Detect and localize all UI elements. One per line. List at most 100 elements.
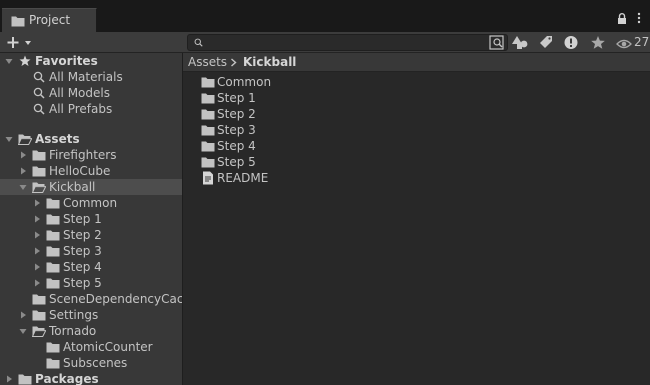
expand-arrow-icon[interactable]: [33, 263, 41, 271]
expand-arrow-icon[interactable]: [5, 135, 13, 143]
folder-icon: [46, 213, 60, 225]
folder-icon: [201, 92, 215, 104]
asset-item-label: Common: [217, 75, 272, 89]
hidden-count-label: 27: [634, 35, 650, 49]
chevron-right-icon: [231, 58, 237, 67]
tree-item-label: Subscenes: [63, 356, 128, 370]
expand-arrow-icon[interactable]: [33, 247, 41, 255]
tree-item-all-models[interactable]: All Models: [0, 85, 182, 101]
asset-item-label: README: [217, 171, 269, 185]
folder-icon: [46, 229, 60, 241]
search-icon: [33, 87, 45, 99]
document-icon: [202, 171, 214, 185]
asset-item-readme[interactable]: README: [183, 170, 650, 186]
tree-item-label: HelloCube: [49, 164, 111, 178]
folder-tree: Favorites All Materials All Models All P…: [0, 53, 182, 385]
shapes-icon[interactable]: [510, 33, 532, 52]
tree-item-step-3[interactable]: Step 3: [0, 243, 182, 259]
asset-item-label: Step 5: [217, 155, 256, 169]
tree-item-label: Step 1: [63, 212, 102, 226]
folder-icon: [32, 165, 46, 177]
expand-arrow-icon[interactable]: [33, 279, 41, 287]
folder-open-icon: [32, 181, 46, 193]
tree-item-label: Step 5: [63, 276, 102, 290]
search-icon: [33, 71, 45, 83]
folder-icon: [32, 309, 46, 321]
tree-item-atomiccounter[interactable]: AtomicCounter: [0, 339, 182, 355]
folder-icon: [46, 261, 60, 273]
expand-arrow-icon[interactable]: [19, 311, 27, 319]
tree-item-label: Tornado: [49, 324, 97, 338]
asset-item-step-3[interactable]: Step 3: [183, 122, 650, 138]
folder-icon: [11, 15, 25, 27]
window-tab-bar: Project: [0, 0, 650, 32]
project-toolbar: 27: [0, 32, 650, 53]
tag-icon[interactable]: [535, 33, 557, 52]
asset-item-step-4[interactable]: Step 4: [183, 138, 650, 154]
tree-item-all-materials[interactable]: All Materials: [0, 69, 182, 85]
tree-item-label: Step 4: [63, 260, 102, 274]
create-plus-icon[interactable]: [4, 34, 34, 51]
favorite-star-icon[interactable]: [587, 33, 609, 52]
breadcrumb: Assets Kickball: [183, 53, 650, 72]
asset-item-label: Step 1: [217, 91, 256, 105]
folder-icon: [46, 197, 60, 209]
tree-item-step-5[interactable]: Step 5: [0, 275, 182, 291]
tree-item-settings[interactable]: Settings: [0, 307, 182, 323]
tree-item-label: Kickball: [49, 180, 96, 194]
expand-arrow-icon[interactable]: [33, 231, 41, 239]
hidden-packages-toggle[interactable]: 27: [616, 35, 650, 51]
tree-item-step-1[interactable]: Step 1: [0, 211, 182, 227]
expand-arrow-icon[interactable]: [5, 375, 13, 383]
tree-item-label: All Models: [49, 86, 110, 100]
eye-icon: [616, 39, 632, 49]
folder-icon: [201, 140, 215, 152]
tree-item-label: Common: [63, 196, 118, 210]
tree-item-label: Settings: [49, 308, 99, 322]
expand-arrow-icon[interactable]: [19, 183, 27, 191]
expand-arrow-icon[interactable]: [5, 57, 13, 65]
folder-icon: [201, 124, 215, 136]
folder-icon: [46, 357, 60, 369]
tree-item-subscenes[interactable]: Subscenes: [0, 355, 182, 371]
asset-item-step-2[interactable]: Step 2: [183, 106, 650, 122]
tree-item-step-4[interactable]: Step 4: [0, 259, 182, 275]
search-scope-icon[interactable]: [488, 34, 506, 51]
asset-item-step-5[interactable]: Step 5: [183, 154, 650, 170]
breadcrumb-kickball[interactable]: Kickball: [243, 55, 296, 70]
asset-item-step-1[interactable]: Step 1: [183, 90, 650, 106]
folder-icon: [18, 373, 32, 385]
tree-item-scenedependencycache[interactable]: SceneDependencyCacl: [0, 291, 182, 307]
tree-item-all-prefabs[interactable]: All Prefabs: [0, 101, 182, 117]
tree-item-assets[interactable]: Assets: [0, 131, 182, 147]
tree-item-favorites[interactable]: Favorites: [0, 53, 182, 69]
tree-item-label: Assets: [35, 132, 80, 146]
expand-arrow-icon[interactable]: [33, 199, 41, 207]
kebab-menu-icon[interactable]: [636, 12, 642, 24]
tree-item-hellocube[interactable]: HelloCube: [0, 163, 182, 179]
tree-item-label: All Prefabs: [49, 102, 113, 116]
asset-item-common[interactable]: Common: [183, 74, 650, 90]
search-icon: [194, 38, 203, 47]
search-input[interactable]: [187, 34, 508, 51]
tree-item-common[interactable]: Common: [0, 195, 182, 211]
expand-arrow-icon[interactable]: [19, 167, 27, 175]
expand-arrow-icon[interactable]: [19, 151, 27, 159]
tree-item-firefighters[interactable]: Firefighters: [0, 147, 182, 163]
info-icon[interactable]: [560, 33, 582, 52]
expand-arrow-icon[interactable]: [33, 215, 41, 223]
tab-project[interactable]: Project: [2, 8, 97, 32]
folder-contents-panel: Assets Kickball Common Step 1 Step 2 Ste…: [183, 53, 650, 385]
tree-item-kickball[interactable]: Kickball: [0, 179, 182, 195]
tree-item-label: Step 2: [63, 228, 102, 242]
expand-arrow-icon[interactable]: [19, 327, 27, 335]
folder-icon: [46, 341, 60, 353]
folder-icon: [201, 76, 215, 88]
tree-item-step-2[interactable]: Step 2: [0, 227, 182, 243]
folder-icon: [46, 277, 60, 289]
breadcrumb-assets[interactable]: Assets: [188, 55, 227, 70]
tree-item-tornado[interactable]: Tornado: [0, 323, 182, 339]
tree-item-packages[interactable]: Packages: [0, 371, 182, 385]
lock-icon[interactable]: [617, 13, 627, 24]
tree-item-label: Packages: [35, 372, 99, 385]
